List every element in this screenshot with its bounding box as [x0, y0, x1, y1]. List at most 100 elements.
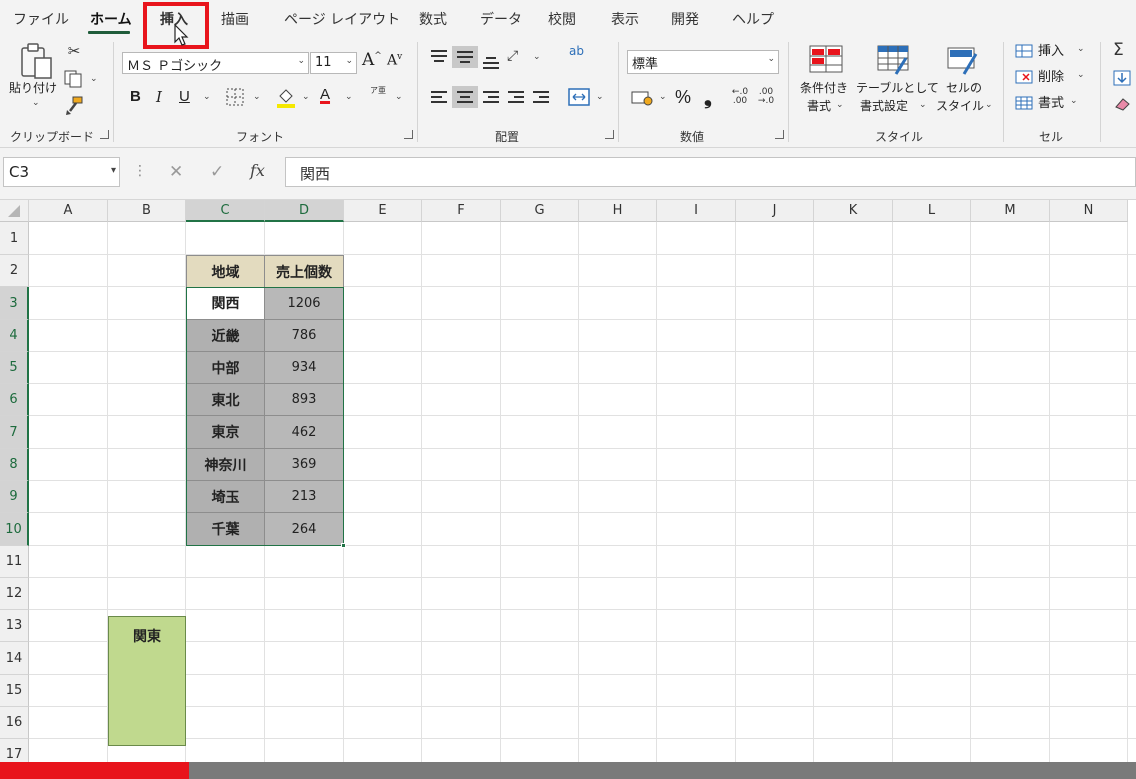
delete-cells-icon[interactable] — [1015, 70, 1033, 84]
align-left-icon[interactable] — [431, 91, 447, 105]
column-header-J[interactable]: J — [736, 200, 814, 222]
align-right-icon[interactable] — [483, 91, 499, 105]
tab-data[interactable]: データ — [480, 9, 522, 29]
alignment-launcher-icon[interactable] — [605, 130, 614, 139]
header-cell-region[interactable]: 地域 — [186, 255, 265, 288]
cut-icon[interactable]: ✂ — [66, 42, 82, 60]
borders-icon[interactable] — [226, 88, 244, 106]
font-color-icon[interactable]: A — [320, 86, 330, 103]
row-header-9[interactable]: 9 — [0, 481, 29, 513]
tab-formulas[interactable]: 数式 — [419, 9, 447, 29]
comma-style-button[interactable]: ❟ — [704, 85, 712, 109]
sales-cell[interactable]: 893 — [265, 384, 344, 416]
paste-dropdown-icon[interactable]: ⌄ — [32, 98, 40, 108]
format-painter-icon[interactable] — [64, 96, 84, 116]
italic-button[interactable]: I — [156, 88, 162, 106]
column-header-F[interactable]: F — [422, 200, 501, 222]
region-cell[interactable]: 埼玉 — [186, 481, 265, 513]
format-as-table-label-1[interactable]: テーブルとして — [856, 80, 939, 97]
worksheet-grid[interactable]: ABCDEFGHIJKLMN 1 2 3 4 5 6 7 8 9 10 11 12 13 14 15 16 17… — [0, 200, 1136, 771]
format-as-table-icon[interactable] — [876, 44, 912, 76]
format-as-table-label-2[interactable]: 書式設定 — [860, 98, 908, 115]
number-launcher-icon[interactable] — [775, 130, 784, 139]
insert-function-icon[interactable]: fx — [250, 161, 265, 180]
align-top-icon[interactable] — [431, 50, 447, 64]
region-cell[interactable]: 東京 — [186, 416, 265, 449]
align-center-icon[interactable] — [452, 86, 478, 108]
chevron-down-icon[interactable]: ⌄ — [1077, 70, 1085, 80]
row-header-2[interactable]: 2 — [0, 255, 29, 287]
autosum-icon[interactable]: Σ — [1113, 40, 1124, 60]
chevron-down-icon[interactable]: ⌄ — [985, 100, 993, 110]
row-header-8[interactable]: 8 — [0, 449, 29, 481]
font-name-select[interactable]: ＭＳ Ｐゴシック ⌄ — [122, 52, 309, 74]
wrap-text-icon[interactable]: ab — [569, 45, 584, 57]
video-progress-track[interactable] — [0, 762, 1136, 779]
region-cell[interactable]: 千葉 — [186, 513, 265, 546]
align-bottom-icon[interactable] — [483, 54, 499, 69]
tab-review[interactable]: 校閲 — [548, 9, 576, 29]
accounting-format-icon[interactable] — [631, 90, 653, 106]
clear-icon[interactable] — [1113, 96, 1131, 112]
row-header-10[interactable]: 10 — [0, 513, 29, 546]
header-cell-sales[interactable]: 売上個数 — [265, 255, 344, 288]
row-header-6[interactable]: 6 — [0, 384, 29, 416]
row-header-4[interactable]: 4 — [0, 320, 29, 352]
fill-color-dropdown-icon[interactable]: ⌄ — [302, 92, 310, 102]
conditional-formatting-icon[interactable] — [808, 44, 844, 76]
row-header-16[interactable]: 16 — [0, 707, 29, 739]
grow-font-button[interactable]: A^ — [362, 50, 382, 70]
shrink-font-button[interactable]: Av — [387, 52, 402, 69]
column-header-D[interactable]: D — [265, 200, 344, 222]
column-header-B[interactable]: B — [108, 200, 186, 222]
region-cell[interactable]: 関西 — [186, 287, 265, 320]
format-cells-icon[interactable] — [1015, 96, 1033, 110]
row-header-11[interactable]: 11 — [0, 546, 29, 578]
column-header-L[interactable]: L — [893, 200, 971, 222]
tab-file[interactable]: ファイル — [13, 9, 69, 29]
region-cell[interactable]: 神奈川 — [186, 449, 265, 481]
region-cell[interactable]: 近畿 — [186, 320, 265, 352]
row-header-7[interactable]: 7 — [0, 416, 29, 449]
column-header-M[interactable]: M — [971, 200, 1050, 222]
tab-draw[interactable]: 描画 — [221, 9, 249, 29]
enter-check-icon[interactable]: ✓ — [210, 162, 224, 182]
sales-cell[interactable]: 1206 — [265, 287, 344, 320]
font-color-dropdown-icon[interactable]: ⌄ — [345, 92, 353, 102]
column-header-C[interactable]: C — [186, 200, 265, 222]
font-launcher-icon[interactable] — [404, 130, 413, 139]
region-cell[interactable]: 東北 — [186, 384, 265, 416]
column-header-E[interactable]: E — [344, 200, 422, 222]
percent-style-button[interactable]: % — [675, 87, 691, 108]
underline-dropdown-icon[interactable]: ⌄ — [203, 92, 211, 102]
row-header-14[interactable]: 14 — [0, 642, 29, 675]
clipboard-launcher-icon[interactable] — [100, 130, 109, 139]
sales-cell[interactable]: 786 — [265, 320, 344, 352]
row-header-3[interactable]: 3 — [0, 287, 29, 320]
formula-input[interactable]: 関西 — [285, 157, 1136, 187]
conditional-formatting-label-1[interactable]: 条件付き — [800, 80, 848, 97]
bold-button[interactable]: B — [130, 88, 141, 105]
column-header-G[interactable]: G — [501, 200, 579, 222]
sales-cell[interactable]: 213 — [265, 481, 344, 513]
chevron-down-icon[interactable]: ⌄ — [1077, 44, 1085, 54]
number-format-select[interactable]: 標準 ⌄ — [627, 50, 779, 74]
sales-cell[interactable]: 462 — [265, 416, 344, 449]
copy-dropdown-icon[interactable]: ⌄ — [90, 74, 98, 84]
select-all-corner[interactable] — [0, 200, 29, 222]
cell-styles-label-1[interactable]: セルの — [946, 80, 982, 97]
orientation-icon[interactable]: ⤢ — [507, 48, 518, 64]
delete-cells-button[interactable]: 削除 — [1038, 69, 1064, 86]
chevron-down-icon[interactable]: ⌄ — [919, 100, 927, 110]
fill-down-icon[interactable] — [1113, 70, 1131, 86]
chevron-down-icon[interactable]: ⌄ — [1070, 96, 1078, 106]
accounting-dropdown-icon[interactable]: ⌄ — [659, 92, 667, 102]
tab-help[interactable]: ヘルプ — [732, 9, 774, 29]
paste-icon[interactable] — [19, 42, 55, 80]
font-size-select[interactable]: 11 ⌄ — [310, 52, 357, 74]
sales-cell[interactable]: 934 — [265, 352, 344, 384]
merge-dropdown-icon[interactable]: ⌄ — [596, 92, 604, 102]
insert-cells-icon[interactable] — [1015, 44, 1033, 58]
copy-icon[interactable] — [64, 70, 84, 88]
row-header-5[interactable]: 5 — [0, 352, 29, 384]
